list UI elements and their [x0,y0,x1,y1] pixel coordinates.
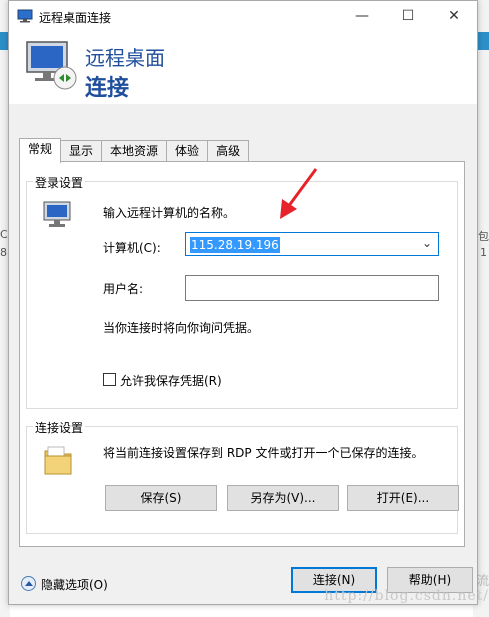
header-title-line1: 远程桌面 [85,46,165,70]
username-label: 用户名: [103,282,144,296]
computer-combobox[interactable]: 115.28.19.196 ⌄ [185,232,439,256]
watermark-text: http://blog.csdn.net/ [324,588,489,604]
dialog-header: 远程桌面 连接 [9,32,477,104]
tab-display[interactable]: 显示 [60,140,103,162]
tab-strip: 常规 显示 本地资源 体验 高级 [19,138,250,163]
save-credentials-label[interactable]: 允许我保存凭据(R) [120,372,222,389]
remote-desktop-icon [17,9,33,23]
save-as-button[interactable]: 另存为(V)... [227,485,339,511]
background-text: 8 [0,246,7,259]
computer-value: 115.28.19.196 [190,237,280,253]
tab-general[interactable]: 常规 [19,138,62,163]
login-settings-group: 登录设置 输入远程计算机的名称。 计算机(C): 115.28.19.196 ⌄… [26,174,458,409]
computer-instruction: 输入远程计算机的名称。 [103,206,236,220]
remote-desktop-monitor-icon [26,41,77,90]
maximize-button[interactable]: ☐ [385,1,431,32]
remote-desktop-window: 远程桌面连接 — ☐ ✕ 远程桌面 连接 常规 显示 本地资源 体验 高级 登录… [8,0,478,605]
title-bar: 远程桌面连接 — ☐ ✕ [9,1,477,32]
open-button[interactable]: 打开(E)... [347,485,459,511]
chevron-down-icon[interactable]: ⌄ [422,236,432,250]
username-input[interactable] [185,275,439,301]
tab-experience[interactable]: 体验 [166,140,209,162]
minimize-button[interactable]: — [339,1,385,32]
connection-description: 将当前连接设置保存到 RDP 文件或打开一个已保存的连接。 [103,446,424,460]
background-text: C [0,228,8,241]
close-button[interactable]: ✕ [431,1,477,32]
login-settings-title: 登录设置 [33,174,86,191]
tab-advanced[interactable]: 高级 [207,140,250,162]
connection-settings-title: 连接设置 [33,419,86,436]
save-credentials-checkbox[interactable] [103,373,116,386]
save-button[interactable]: 保存(S) [105,485,217,511]
hide-options-label[interactable]: 隐藏选项(O) [41,576,108,593]
folder-icon [44,446,72,475]
credential-note: 当你连接时将向你询问凭据。 [103,321,260,335]
background-text: 1 [480,246,487,259]
chevron-up-icon[interactable] [21,576,36,591]
annotation-arrow-icon [280,168,318,219]
connection-settings-group: 连接设置 将当前连接设置保存到 RDP 文件或打开一个已保存的连接。 保存(S)… [26,419,459,534]
computer-icon [43,201,71,227]
header-title-line2: 连接 [85,76,130,101]
tab-local-resources[interactable]: 本地资源 [101,140,168,162]
tab-panel-general: 登录设置 输入远程计算机的名称。 计算机(C): 115.28.19.196 ⌄… [19,161,465,547]
window-title: 远程桌面连接 [39,11,112,25]
computer-label: 计算机(C): [103,241,161,255]
background-text: 包 [478,230,489,243]
